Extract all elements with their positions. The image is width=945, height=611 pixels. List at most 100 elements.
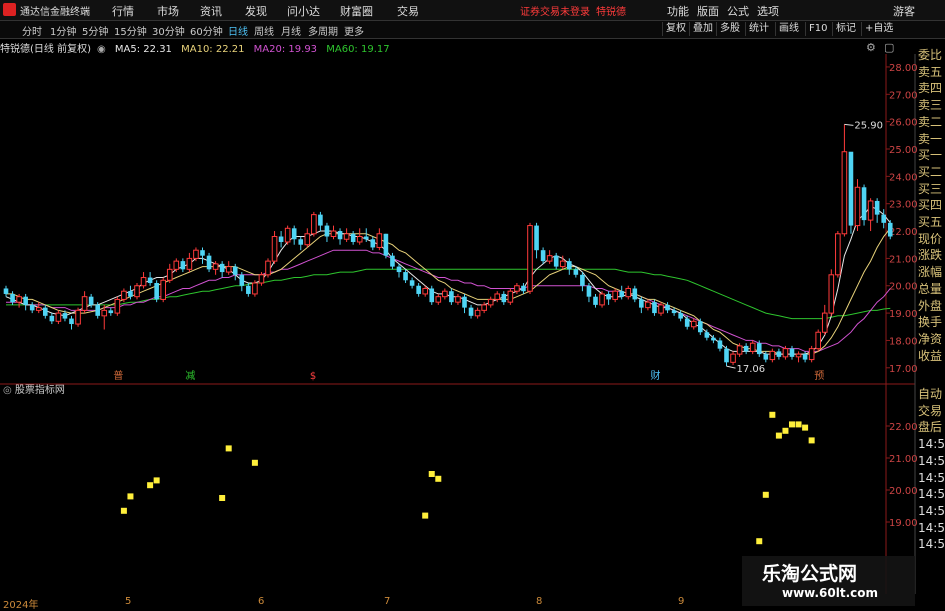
period-60min[interactable]: 60分钟 [190,23,223,38]
candle-body [625,287,632,298]
period-timeshare[interactable]: 分时 [22,23,42,38]
price-tick-label: 19.00 [889,309,918,320]
candle [370,236,376,251]
candle-body [409,280,415,286]
login-alert[interactable]: 证券交易未登录 [520,3,590,18]
side-panel-label[interactable]: 交易 [918,404,945,419]
price-tick-label: 18.00 [889,336,918,347]
menu-quotes[interactable]: 行情 [112,3,134,19]
maximize-icon[interactable]: ▢ [884,41,894,54]
f10-button[interactable]: F10 [805,22,830,36]
candle-body [639,299,644,308]
price-tick-label: 26.00 [889,118,918,129]
menu-wealth[interactable]: 财富圈 [340,3,373,19]
side-panel-label: 涨跌 [918,248,943,263]
period-30min[interactable]: 30分钟 [152,23,185,38]
price-tick-label: 28.00 [889,63,918,74]
side-panel-label: 14:50 [918,453,945,468]
candle-body [337,231,343,240]
menu-ask[interactable]: 问小达 [287,3,320,19]
candle-body [828,274,835,314]
period-more[interactable]: 更多 [344,23,364,38]
side-panel-label: 收益 [918,348,943,363]
candle [468,304,474,319]
candle-body [867,200,874,221]
candle-body [193,249,199,259]
mark-button[interactable]: 标记 [832,22,859,36]
side-panel-label: 卖一 [918,131,943,146]
candle-body [540,250,546,262]
menu-market[interactable]: 市场 [157,3,179,19]
candle [867,198,874,232]
period-weekly[interactable]: 周线 [254,23,274,38]
candle-body [567,261,572,270]
adjust-button[interactable]: 复权 [662,22,689,36]
candle-body [10,293,15,303]
side-panel-label: 14:50 [918,470,945,485]
menu-function[interactable]: 功能 [667,3,689,19]
candle-body [29,304,35,311]
period-daily[interactable]: 日线 [228,23,248,38]
candle-body [180,261,186,270]
price-tick-label: 25.00 [889,145,918,156]
menu-layout[interactable]: 版面 [697,3,719,19]
candle-body [265,260,271,276]
candle [252,280,258,297]
overlay-button[interactable]: 叠加 [689,22,716,36]
candle [383,233,389,259]
candle-body [69,318,74,325]
candle-body [521,285,526,292]
side-panel-label[interactable]: 盘后 [918,420,945,435]
event-marker: $ [310,371,316,382]
period-5min[interactable]: 5分钟 [82,23,108,38]
menu-formula[interactable]: 公式 [727,3,749,19]
add-watchlist-button[interactable]: +自选 [861,22,896,36]
candle [200,247,205,264]
candle-body [658,304,664,314]
chart-area[interactable]: 17.00 18.00 19.00 20.00 21.00 22.00 23.00 24.00… [0,54,918,594]
candle-body [258,274,265,284]
side-panel-label[interactable]: 自动 [918,387,945,402]
candle-body [619,291,624,297]
indicator-point [147,482,154,489]
candle-body [3,288,9,294]
candle-body [311,214,317,235]
candle [586,283,592,303]
candle-body [284,227,291,243]
candle-body [206,255,212,270]
menu-news[interactable]: 资讯 [200,3,222,19]
menu-trade[interactable]: 交易 [397,3,419,19]
menu-options[interactable]: 选项 [757,3,779,19]
candle-body [442,290,448,298]
candle [69,315,74,330]
candle [580,272,585,292]
side-panel-label: 买一 [918,148,943,163]
date-label: 5 [125,596,132,607]
gear-icon[interactable]: ⚙ [866,41,876,54]
draw-button[interactable]: 画线 [775,22,802,36]
period-15min[interactable]: 15分钟 [114,23,147,38]
stats-button[interactable]: 统计 [745,22,772,36]
multi-stock-button[interactable]: 多股 [716,22,743,36]
candle-body [232,266,238,275]
candle [298,236,304,251]
side-panel-label: 卖三 [918,98,943,113]
indicator-point [808,437,815,444]
candle [828,269,835,316]
candle-body [514,285,520,292]
candle-body [527,225,533,292]
candle [55,310,62,325]
candle-body [403,272,408,281]
price-tick-label: 27.00 [889,90,918,101]
menu-discover[interactable]: 发现 [245,3,267,19]
candle [540,247,546,264]
period-monthly[interactable]: 月线 [281,23,301,38]
period-multi[interactable]: 多周期 [308,23,338,38]
candle-body [684,318,690,327]
candle [808,345,815,363]
candle-body [212,263,219,270]
guest-label[interactable]: 游客 [893,3,915,19]
candle-body [455,296,461,303]
period-1min[interactable]: 1分钟 [50,23,76,38]
candle [501,291,507,305]
